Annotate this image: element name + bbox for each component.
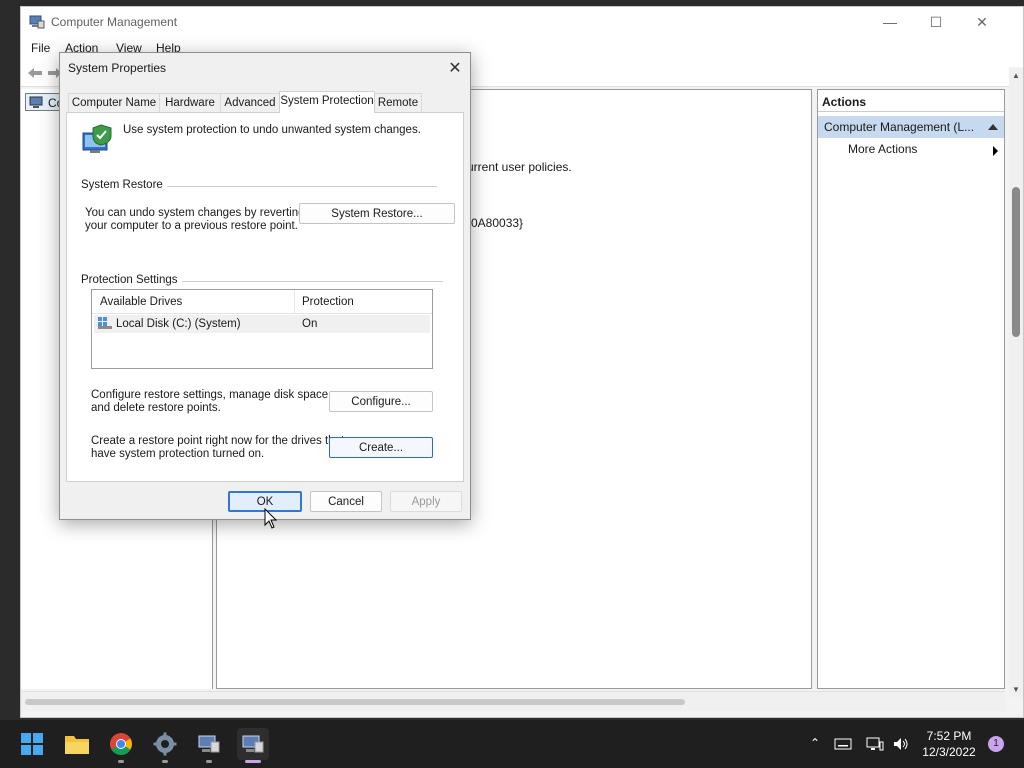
- taskbar: ⌃ 7:52 PM 12/3/2022: [0, 720, 1024, 768]
- start-icon: [21, 733, 43, 755]
- column-header-protection[interactable]: Protection: [302, 296, 354, 308]
- drive-protection: On: [302, 318, 318, 330]
- create-text-1: Create a restore point right now for the…: [91, 435, 345, 447]
- network-icon[interactable]: [866, 736, 884, 752]
- guid-text: )0A80033}: [467, 216, 524, 230]
- system-properties-icon: [198, 735, 220, 753]
- running-indicator: [118, 760, 124, 763]
- keyboard-icon[interactable]: [834, 736, 852, 752]
- column-header-drives[interactable]: Available Drives: [100, 296, 182, 308]
- create-text-2: have system protection turned on.: [91, 448, 265, 460]
- scrollbar-thumb[interactable]: [1012, 187, 1020, 337]
- minimize-button[interactable]: —: [867, 7, 913, 37]
- running-indicator: [162, 760, 168, 763]
- apply-button[interactable]: Apply: [390, 491, 462, 512]
- protection-settings-label: Protection Settings: [81, 274, 182, 286]
- column-separator[interactable]: [294, 290, 295, 314]
- volume-icon[interactable]: [892, 736, 910, 752]
- system-protection-panel: Use system protection to undo unwanted s…: [66, 112, 464, 482]
- system-protection-icon: [82, 124, 112, 153]
- system-restore-text-1: You can undo system changes by reverting: [85, 207, 305, 219]
- chrome-button[interactable]: [105, 728, 137, 760]
- tab-hardware[interactable]: Hardware: [159, 93, 221, 113]
- clock-date: 12/3/2022: [922, 745, 976, 759]
- intro-text: Use system protection to undo unwanted s…: [123, 124, 421, 136]
- dialog-title: System Properties: [68, 61, 167, 75]
- system-restore-label: System Restore: [81, 179, 167, 191]
- collapse-icon[interactable]: [988, 124, 998, 130]
- actions-header: Actions: [818, 92, 1004, 112]
- computer-management-icon: [29, 15, 45, 29]
- actions-group-computer-management[interactable]: Computer Management (L...: [818, 116, 1004, 138]
- horizontal-scrollbar-thumb[interactable]: [25, 699, 685, 705]
- window-title: Computer Management: [51, 15, 178, 29]
- divider: [171, 281, 443, 282]
- tab-strip: Computer Name Hardware Advanced System P…: [66, 91, 466, 113]
- divider: [151, 186, 437, 187]
- table-row[interactable]: Local Disk (C:) (System) On: [94, 315, 430, 333]
- system-restore-text-2: your computer to a previous restore poin…: [85, 220, 298, 232]
- configure-text-2: and delete restore points.: [91, 402, 221, 414]
- computer-management-button[interactable]: [237, 728, 269, 760]
- computer-management-icon: [242, 735, 264, 753]
- configure-text-1: Configure restore settings, manage disk …: [91, 389, 332, 401]
- mouse-cursor-icon: [264, 508, 278, 529]
- dialog-close-button[interactable]: ✕: [444, 57, 466, 79]
- vertical-scrollbar[interactable]: ▲ ▼: [1009, 67, 1023, 697]
- title-bar[interactable]: Computer Management — ☐ ✕: [21, 7, 1023, 37]
- scroll-down-icon[interactable]: ▼: [1012, 685, 1020, 694]
- tab-system-protection[interactable]: System Protection: [279, 91, 375, 113]
- back-arrow-icon[interactable]: [27, 67, 43, 79]
- start-button[interactable]: [16, 728, 48, 760]
- settings-icon: [153, 732, 177, 756]
- submenu-arrow-icon: [993, 146, 998, 156]
- cancel-button[interactable]: Cancel: [310, 491, 382, 512]
- settings-button[interactable]: [149, 728, 181, 760]
- drive-name: Local Disk (C:) (System): [116, 318, 241, 330]
- tab-computer-name[interactable]: Computer Name: [68, 93, 160, 113]
- maximize-button[interactable]: ☐: [913, 7, 959, 37]
- system-properties-button[interactable]: [193, 728, 225, 760]
- actions-pane: Actions Computer Management (L... More A…: [817, 89, 1005, 689]
- active-indicator: [245, 760, 261, 763]
- clock[interactable]: 7:52 PM 12/3/2022: [918, 728, 980, 760]
- system-restore-button[interactable]: System Restore...: [299, 203, 455, 224]
- menu-file[interactable]: File: [31, 41, 50, 55]
- configure-button[interactable]: Configure...: [329, 391, 433, 412]
- horizontal-scrollbar[interactable]: [21, 691, 1005, 711]
- file-explorer-icon: [65, 736, 89, 754]
- chrome-icon: [110, 733, 132, 755]
- drives-header: Available Drives Protection: [92, 290, 432, 314]
- create-button[interactable]: Create...: [329, 437, 433, 458]
- more-actions-item[interactable]: More Actions: [848, 142, 917, 156]
- notification-badge[interactable]: 1: [988, 736, 1004, 752]
- scroll-up-icon[interactable]: ▲: [1012, 71, 1020, 80]
- drive-icon: [98, 317, 112, 329]
- computer-icon: [29, 96, 43, 108]
- tab-remote[interactable]: Remote: [374, 93, 422, 113]
- show-hidden-icons-icon[interactable]: ⌃: [806, 736, 824, 752]
- tab-advanced[interactable]: Advanced: [220, 93, 280, 113]
- running-indicator: [206, 760, 212, 763]
- policy-text: urrent user policies.: [467, 160, 572, 174]
- actions-group-label: Computer Management (L...: [824, 120, 975, 134]
- drives-list[interactable]: Available Drives Protection Local Disk (…: [91, 289, 433, 369]
- clock-time: 7:52 PM: [926, 729, 972, 743]
- close-button[interactable]: ✕: [959, 7, 1005, 37]
- system-properties-dialog: System Properties ✕ Computer Name Hardwa…: [59, 52, 471, 520]
- file-explorer-button[interactable]: [61, 728, 93, 760]
